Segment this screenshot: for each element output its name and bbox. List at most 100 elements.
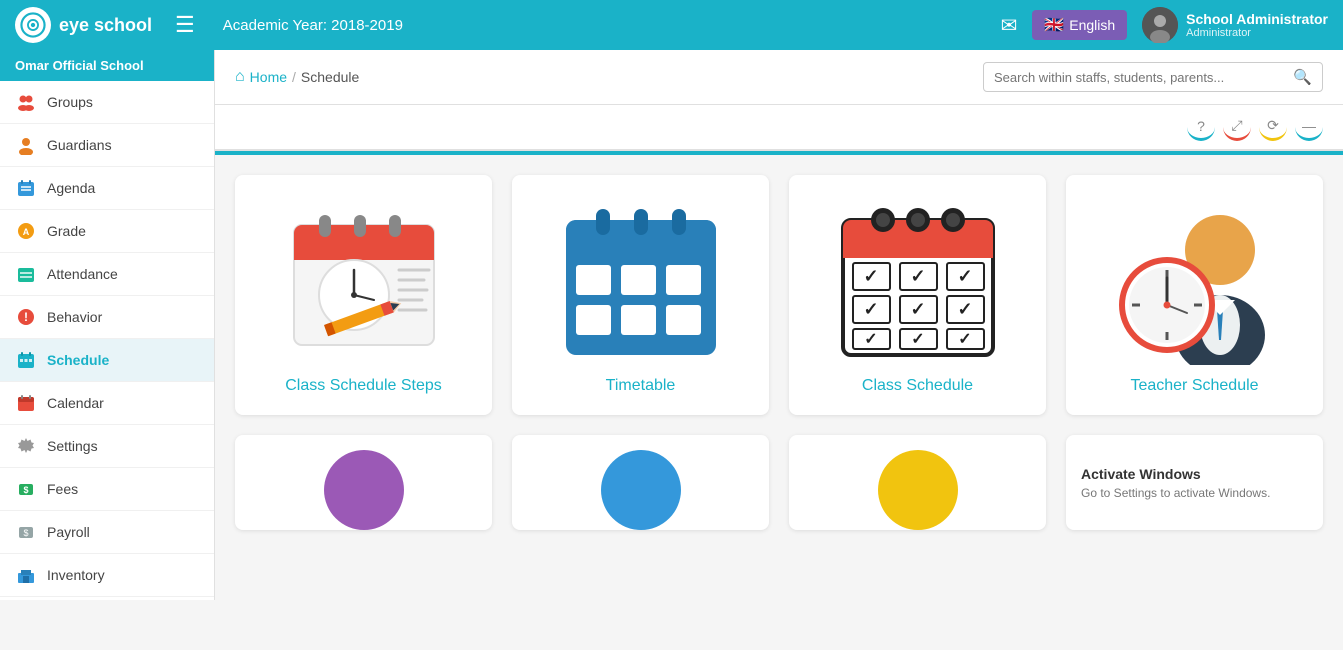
svg-text:✓: ✓	[957, 266, 972, 286]
content-toolbar: ? ⤢ ⟳ —	[215, 105, 1343, 151]
sidebar-inventory-label: Inventory	[47, 567, 105, 583]
sidebar-item-grade[interactable]: A Grade	[0, 210, 214, 253]
sidebar-payroll-label: Payroll	[47, 524, 90, 540]
svg-text:✓: ✓	[864, 331, 877, 348]
svg-text:!: !	[24, 310, 28, 324]
fees-icon: $	[15, 478, 37, 500]
breadcrumb-separator: /	[292, 69, 296, 85]
bottom-card-1-icon	[324, 450, 404, 530]
guardians-icon	[15, 134, 37, 156]
svg-text:✓: ✓	[958, 331, 971, 348]
logo-text: eye school	[59, 15, 152, 36]
sidebar-item-calendar[interactable]: Calendar	[0, 382, 214, 425]
sidebar-behavior-label: Behavior	[47, 309, 102, 325]
svg-text:$: $	[23, 485, 28, 495]
cards-grid: Class Schedule Steps	[235, 175, 1323, 415]
timetable-label: Timetable	[606, 377, 676, 395]
search-icon[interactable]: 🔍	[1293, 68, 1312, 86]
grade-icon: A	[15, 220, 37, 242]
sidebar-fees-label: Fees	[47, 481, 78, 497]
card-bottom-3[interactable]	[789, 435, 1046, 530]
sidebar-item-payroll[interactable]: $ Payroll	[0, 511, 214, 554]
svg-text:A: A	[23, 227, 30, 237]
sidebar-item-inventory[interactable]: Inventory	[0, 554, 214, 597]
card-teacher-schedule[interactable]: Teacher Schedule	[1066, 175, 1323, 415]
logo[interactable]: eye school	[15, 7, 152, 43]
attendance-icon	[15, 263, 37, 285]
svg-text:✓: ✓	[863, 299, 878, 319]
email-icon[interactable]: ✉	[1001, 13, 1018, 38]
academic-year: Academic Year: 2018-2019	[223, 17, 403, 34]
card-timetable[interactable]: Timetable	[512, 175, 769, 415]
cards-section: Class Schedule Steps	[215, 155, 1343, 550]
behavior-icon: !	[15, 306, 37, 328]
user-role: Administrator	[1186, 27, 1328, 39]
settings-icon	[15, 435, 37, 457]
sidebar-agenda-label: Agenda	[47, 180, 95, 196]
card-bottom-1[interactable]	[235, 435, 492, 530]
avatar	[1142, 7, 1178, 43]
activate-windows-title: Activate Windows	[1081, 466, 1308, 482]
user-menu[interactable]: School Administrator Administrator	[1142, 7, 1328, 43]
card-bottom-2[interactable]	[512, 435, 769, 530]
card-class-schedule[interactable]: ✓ ✓ ✓ ✓ ✓ ✓ ✓	[789, 175, 1046, 415]
sidebar-attendance-label: Attendance	[47, 266, 118, 282]
teacher-schedule-icon	[1105, 195, 1285, 365]
sidebar-item-attendance[interactable]: Attendance	[0, 253, 214, 296]
agenda-icon	[15, 177, 37, 199]
activate-windows-overlay: Activate Windows Go to Settings to activ…	[1066, 435, 1323, 530]
activate-windows-text: Go to Settings to activate Windows.	[1081, 486, 1308, 500]
svg-text:✓: ✓	[957, 299, 972, 319]
sidebar-item-guardians[interactable]: Guardians	[0, 124, 214, 167]
bottom-cards-row: Activate Windows Go to Settings to activ…	[235, 435, 1323, 530]
breadcrumb-bar: ⌂ Home / Schedule 🔍	[215, 50, 1343, 105]
language-button[interactable]: 🇬🇧 English	[1032, 10, 1127, 40]
sidebar-item-groups[interactable]: Groups	[0, 81, 214, 124]
schedule-icon	[15, 349, 37, 371]
sidebar-item-agenda[interactable]: Agenda	[0, 167, 214, 210]
sidebar-settings-label: Settings	[47, 438, 98, 454]
help-button[interactable]: ?	[1187, 113, 1215, 141]
svg-text:✓: ✓	[910, 266, 925, 286]
class-schedule-steps-icon	[274, 195, 454, 365]
user-name: School Administrator	[1186, 11, 1328, 27]
language-label: English	[1069, 17, 1115, 33]
inventory-icon	[15, 564, 37, 586]
flag-icon: 🇬🇧	[1044, 15, 1064, 35]
school-name-badge: Omar Official School	[0, 50, 214, 81]
timetable-icon	[551, 195, 731, 365]
breadcrumb-current: Schedule	[301, 69, 359, 85]
groups-icon	[15, 91, 37, 113]
svg-text:$: $	[23, 528, 28, 538]
sidebar-schedule-label: Schedule	[47, 352, 109, 368]
class-schedule-icon: ✓ ✓ ✓ ✓ ✓ ✓ ✓	[828, 195, 1008, 365]
close-button[interactable]: —	[1295, 113, 1323, 141]
svg-text:✓: ✓	[863, 266, 878, 286]
sidebar-guardians-label: Guardians	[47, 137, 112, 153]
search-input[interactable]	[994, 70, 1293, 85]
svg-text:✓: ✓	[911, 331, 924, 348]
class-schedule-steps-label: Class Schedule Steps	[285, 377, 442, 395]
top-navigation: eye school ☰ Academic Year: 2018-2019 ✉ …	[0, 0, 1343, 50]
search-bar: 🔍	[983, 62, 1323, 92]
user-info: School Administrator Administrator	[1186, 11, 1328, 39]
class-schedule-label: Class Schedule	[862, 377, 973, 395]
svg-text:✓: ✓	[910, 299, 925, 319]
sidebar-calendar-label: Calendar	[47, 395, 104, 411]
sidebar-item-fees[interactable]: $ Fees	[0, 468, 214, 511]
sidebar: Omar Official School Groups Guardians Ag…	[0, 50, 215, 600]
bottom-card-2-icon	[601, 450, 681, 530]
sidebar-item-settings[interactable]: Settings	[0, 425, 214, 468]
sidebar-item-behavior[interactable]: ! Behavior	[0, 296, 214, 339]
hamburger-menu[interactable]: ☰	[167, 12, 203, 38]
card-class-schedule-steps[interactable]: Class Schedule Steps	[235, 175, 492, 415]
breadcrumb: ⌂ Home / Schedule	[235, 68, 359, 86]
sidebar-item-schedule[interactable]: Schedule	[0, 339, 214, 382]
expand-button[interactable]: ⤢	[1223, 113, 1251, 141]
sidebar-grade-label: Grade	[47, 223, 86, 239]
main-content: ⌂ Home / Schedule 🔍 ? ⤢ ⟳ —	[215, 50, 1343, 600]
bottom-card-3-icon	[878, 450, 958, 530]
breadcrumb-home-link[interactable]: Home	[250, 69, 287, 85]
teacher-schedule-label: Teacher Schedule	[1130, 377, 1258, 395]
refresh-button[interactable]: ⟳	[1259, 113, 1287, 141]
